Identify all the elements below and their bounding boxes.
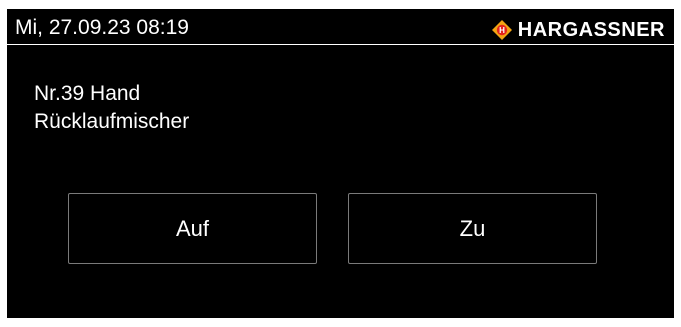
- function-info: Nr.39 Hand Rücklaufmischer: [34, 80, 189, 136]
- logo-letter: H: [499, 26, 505, 35]
- close-button[interactable]: Zu: [348, 193, 597, 264]
- status-bar: Mi, 27.09.23 08:19 H HARGASSNER: [7, 9, 674, 45]
- brand-name: HARGASSNER: [517, 19, 665, 41]
- function-number-label: Nr.39 Hand: [34, 82, 141, 105]
- brand: H HARGASSNER: [491, 18, 665, 42]
- function-name-label: Rücklaufmischer: [34, 110, 190, 133]
- hargassner-logo-icon: H: [491, 20, 512, 40]
- date-time: Mi, 27.09.23 08:19: [15, 16, 189, 39]
- display-screen: Mi, 27.09.23 08:19 H HARGASSNER Nr.39 Ha…: [7, 9, 674, 318]
- open-button[interactable]: Auf: [68, 193, 317, 264]
